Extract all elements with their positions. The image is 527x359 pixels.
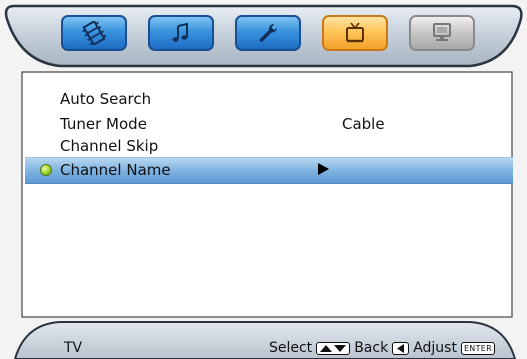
film-icon (82, 21, 106, 45)
menu-item-label: Auto Search (60, 90, 152, 108)
tab-sound[interactable] (148, 15, 214, 51)
back-hint-label: Back (354, 340, 389, 356)
tab-pc[interactable] (409, 15, 475, 51)
tab-setup[interactable] (235, 15, 301, 51)
select-hint-label: Select (268, 340, 313, 356)
monitor-icon (430, 21, 454, 45)
menu-item-auto-search[interactable]: Auto Search (60, 90, 151, 108)
menu-item-channel-skip[interactable]: Channel Skip (60, 137, 158, 155)
enter-key-icon: ENTER (460, 341, 495, 355)
footer-hints: Select Back Adjust ENTER (269, 340, 499, 356)
selection-bullet-icon (40, 164, 52, 176)
tuner-mode-value: Cable (342, 115, 385, 133)
tab-picture[interactable] (61, 15, 127, 51)
tab-tv[interactable] (322, 15, 388, 51)
left-key-icon (392, 341, 410, 355)
footer-title: TV (64, 340, 83, 356)
menu-item-label: Channel Name (60, 161, 171, 179)
menu-item-channel-name[interactable]: Channel Name (60, 161, 171, 179)
wrench-icon (256, 21, 280, 45)
submenu-arrow-icon (318, 163, 329, 175)
menu-item-label: Channel Skip (60, 137, 159, 155)
menu-item-label: Tuner Mode (60, 115, 147, 133)
tv-icon (343, 21, 367, 45)
music-note-icon (170, 22, 192, 44)
adjust-hint-label: Adjust (413, 340, 457, 356)
menu-item-tuner-mode[interactable]: Tuner Mode (60, 115, 147, 133)
up-down-key-icon (316, 341, 351, 355)
